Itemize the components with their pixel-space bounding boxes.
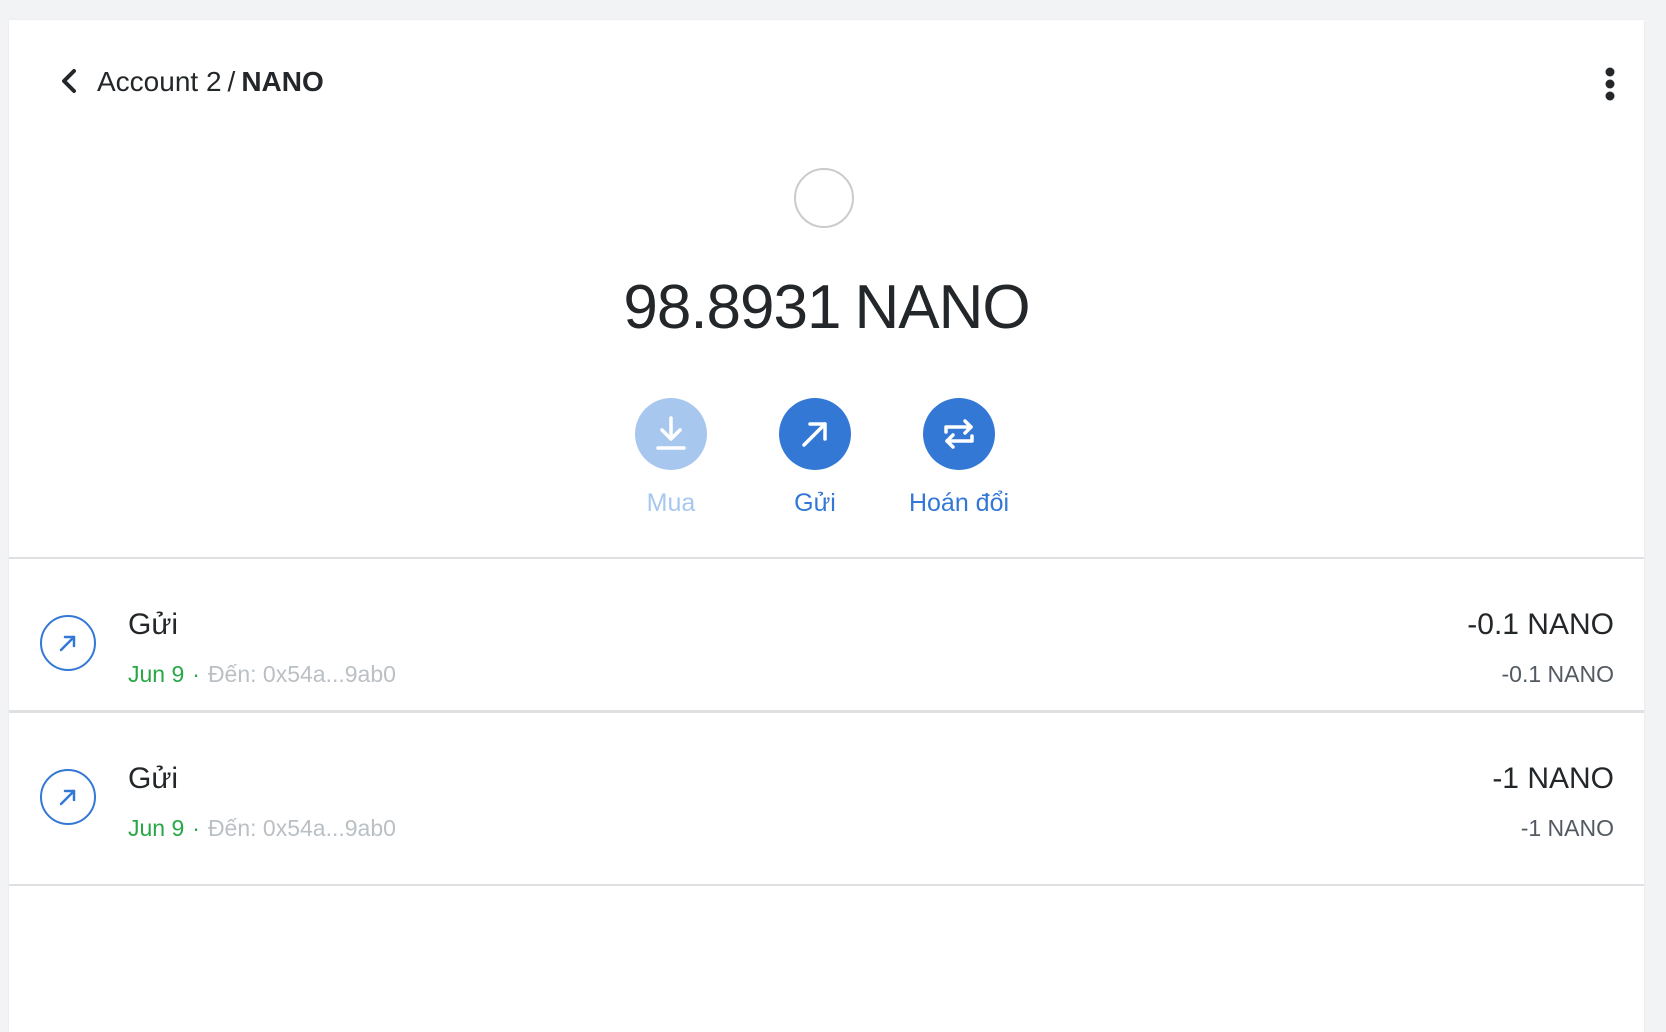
send-button-circle[interactable] (779, 398, 851, 470)
breadcrumb: Account 2/NANO (97, 64, 324, 100)
token-identicon (794, 168, 854, 228)
transaction-recipient: Đến: 0x54a...9ab0 (207, 661, 396, 687)
transaction-amount-secondary: -0.1 NANO (1501, 661, 1614, 687)
transaction-subtitle: Jun 9 · Đến: 0x54a...9ab0 (128, 813, 396, 843)
transaction-date: Jun 9 (128, 661, 185, 687)
transaction-amount: -1 NANO (1492, 762, 1614, 795)
swap-arrows-icon (944, 419, 974, 449)
transaction-row[interactable]: Gửi Jun 9 · Đến: 0x54a...9ab0 -1 NANO -1 N… (9, 713, 1644, 893)
balance-value: 98.8931 (623, 273, 841, 342)
transaction-title: Gửi (128, 608, 179, 641)
balance-unit: NANO (854, 273, 1030, 342)
token-name: NANO (241, 66, 324, 97)
swap-button-circle[interactable] (923, 398, 995, 470)
send-transaction-icon (40, 615, 96, 671)
send-button[interactable]: Gửi (735, 398, 895, 518)
transaction-dot: · (192, 661, 200, 687)
asset-header: Account 2/NANO (9, 20, 1644, 140)
breadcrumb-separator: / (227, 66, 236, 97)
asset-options-button[interactable] (1598, 64, 1622, 104)
transaction-subtitle: Jun 9 · Đến: 0x54a...9ab0 (128, 659, 396, 689)
transaction-dot: · (192, 815, 200, 841)
arrow-up-right-icon (802, 422, 827, 447)
download-icon (656, 416, 686, 450)
arrow-up-right-icon (59, 635, 76, 652)
swap-label: Hoán đổi (908, 489, 1010, 517)
transaction-date: Jun 9 (128, 815, 185, 841)
send-transaction-icon (40, 769, 96, 825)
back-button[interactable] (53, 64, 87, 98)
buy-button[interactable]: Mua (591, 398, 751, 518)
row-divider (9, 884, 1644, 886)
buy-label: Mua (646, 489, 696, 517)
buy-button-circle[interactable] (635, 398, 707, 470)
kebab-menu-icon (1605, 67, 1615, 101)
swap-button[interactable]: Hoán đổi (879, 398, 1039, 518)
transaction-title: Gửi (128, 762, 179, 795)
arrow-up-right-icon (59, 789, 76, 806)
send-label: Gửi (794, 489, 836, 517)
token-balance: 98.8931 NANO (9, 270, 1644, 346)
action-bar: Mua Gửi Hoán đổi (9, 398, 1644, 528)
transaction-recipient: Đến: 0x54a...9ab0 (207, 815, 396, 841)
chevron-left-icon (62, 69, 76, 93)
transaction-amount: -0.1 NANO (1467, 608, 1614, 641)
transaction-amount-secondary: -1 NANO (1520, 815, 1614, 841)
asset-page: Account 2/NANO 98.8931 NANO Mua Gửi Hoán… (9, 20, 1644, 1032)
account-name: Account 2 (97, 66, 222, 97)
